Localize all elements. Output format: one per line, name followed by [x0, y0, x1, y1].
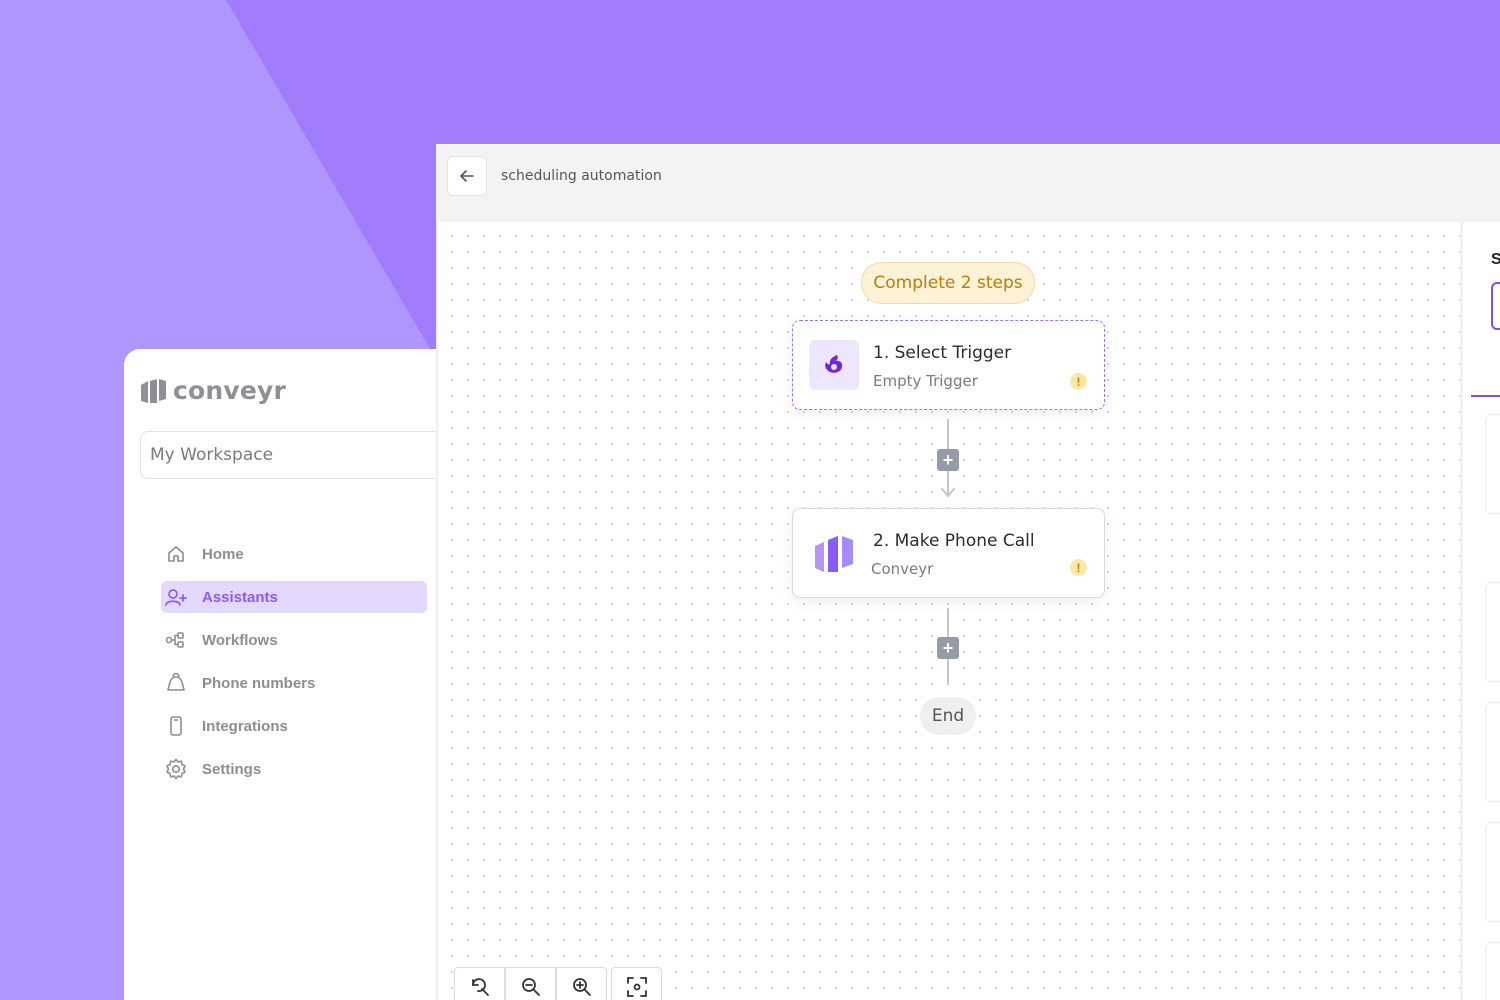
panel-option-card[interactable] [1485, 702, 1500, 802]
warning-icon: ! [1070, 373, 1087, 390]
assistant-icon [164, 585, 188, 609]
panel-option-card[interactable] [1485, 822, 1500, 922]
panel-tab-indicator [1471, 395, 1500, 397]
conveyr-logo-icon [809, 528, 859, 578]
sidebar-item-label: Phone numbers [202, 674, 316, 692]
integration-icon [164, 714, 188, 738]
sidebar-item-integrations[interactable]: Integrations [161, 710, 427, 742]
workflow-editor: scheduling automation Complete 2 steps 1… [436, 144, 1500, 1000]
panel-option-card[interactable] [1485, 414, 1500, 514]
back-button[interactable] [447, 156, 487, 196]
sidebar-item-label: Settings [202, 760, 262, 778]
step-title: 2. Make Phone Call [873, 531, 1035, 551]
logo: conveyr [139, 376, 286, 405]
reset-zoom-button[interactable] [454, 967, 505, 1000]
zoom-controls [454, 967, 666, 1000]
warning-icon: ! [1070, 559, 1087, 576]
trigger-icon [809, 340, 859, 390]
connector-line [947, 608, 949, 637]
workspace-selector[interactable]: My Workspace [140, 431, 460, 479]
panel-option-card[interactable] [1485, 582, 1500, 682]
step-title: 1. Select Trigger [873, 343, 1012, 363]
workflow-canvas[interactable]: Complete 2 steps 1. Select Trigger Empty… [437, 222, 1460, 1000]
sidebar-item-workflows[interactable]: Workflows [161, 624, 427, 656]
zoom-in-icon [572, 978, 591, 996]
panel-search-input[interactable] [1491, 282, 1500, 330]
step-card-trigger[interactable]: 1. Select Trigger Empty Trigger ! [792, 320, 1105, 410]
arrow-down-icon [941, 488, 955, 498]
panel-option-card[interactable] [1485, 942, 1500, 1000]
status-badge: Complete 2 steps [861, 262, 1035, 304]
logo-text: conveyr [173, 376, 287, 405]
add-step-button[interactable]: + [937, 449, 959, 471]
sidebar-item-label: Workflows [202, 631, 278, 649]
connector-line [947, 659, 949, 685]
workflow-icon [164, 628, 188, 652]
phone-icon [164, 671, 188, 695]
step-config-panel: S [1462, 222, 1500, 1000]
editor-header: scheduling automation [436, 144, 1500, 222]
panel-heading: S [1491, 251, 1500, 268]
zoom-in-button[interactable] [556, 967, 607, 1000]
home-icon [164, 542, 188, 566]
sidebar-item-settings[interactable]: Settings [161, 753, 427, 785]
connector-line [947, 419, 949, 449]
step-card-phone-call[interactable]: 2. Make Phone Call Conveyr ! [792, 508, 1105, 598]
gear-icon [164, 757, 188, 781]
conveyr-logo-icon [141, 378, 166, 403]
sidebar-item-label: Home [202, 545, 244, 563]
workspace-name: My Workspace [150, 445, 274, 465]
zoom-out-icon [521, 978, 540, 996]
end-node: End [920, 697, 976, 735]
add-step-button[interactable]: + [937, 637, 959, 659]
reset-zoom-icon [471, 978, 489, 996]
fit-view-button[interactable] [611, 967, 662, 1000]
sidebar-item-assistants[interactable]: Assistants [161, 581, 427, 613]
sidebar-item-label: Integrations [202, 717, 288, 735]
page-title: scheduling automation [501, 168, 662, 184]
step-subtitle: Conveyr [871, 560, 934, 578]
sidebar: conveyr My Workspace Home Assistants Wor… [124, 349, 460, 1000]
sidebar-item-phone-numbers[interactable]: Phone numbers [161, 667, 427, 699]
sidebar-nav: Home Assistants Workflows Phone numbers … [161, 538, 427, 796]
step-subtitle: Empty Trigger [873, 372, 978, 390]
sidebar-item-home[interactable]: Home [161, 538, 427, 570]
sidebar-item-label: Assistants [202, 588, 278, 606]
fit-view-icon [626, 977, 647, 997]
zoom-out-button[interactable] [505, 967, 556, 1000]
arrow-left-icon [460, 170, 474, 182]
